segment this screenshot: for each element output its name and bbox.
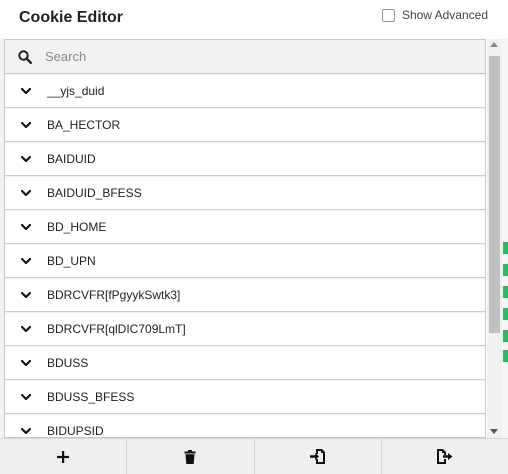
cookie-name: __yjs_duid (47, 84, 105, 98)
chevron-down-icon[interactable] (5, 155, 47, 163)
chevron-down-icon[interactable] (5, 359, 47, 367)
trash-icon (184, 449, 196, 464)
cookie-row[interactable]: BIDUPSID (5, 414, 485, 438)
show-advanced-label: Show Advanced (401, 8, 488, 22)
popup-title: Cookie Editor (19, 9, 124, 26)
chevron-down-icon[interactable] (5, 257, 47, 265)
search-bar (5, 40, 485, 74)
background-indicator (503, 286, 508, 298)
cookie-row[interactable]: BAIDUID_BFESS (5, 176, 485, 210)
cookie-row[interactable]: BDUSS (5, 346, 485, 380)
import-button[interactable] (255, 439, 382, 474)
cookie-name: BDUSS_BFESS (47, 390, 135, 404)
delete-all-button[interactable] (127, 439, 255, 474)
chevron-down-icon[interactable] (5, 223, 47, 231)
background-indicator (503, 330, 508, 342)
cookie-name: BDRCVFR[fPgyykSwtk3] (47, 288, 181, 302)
cookie-list-panel: __yjs_duid BA_HECTOR BAIDUID BAIDUID_BFESS B… (4, 39, 486, 438)
scrollbar-thumb[interactable] (489, 56, 500, 333)
cookie-row[interactable]: BD_UPN (5, 244, 485, 278)
cookie-name: BAIDUID_BFESS (47, 186, 142, 200)
chevron-down-icon[interactable] (5, 291, 47, 299)
cookie-name: BIDUPSID (47, 424, 104, 438)
show-advanced-checkbox[interactable] (381, 8, 395, 22)
chevron-down-icon[interactable] (5, 87, 47, 95)
cookie-name: BAIDUID (47, 152, 96, 166)
cookie-name: BDRCVFR[qlDIC709LmT] (47, 322, 186, 336)
search-icon (5, 49, 45, 64)
cookie-name: BDUSS (47, 356, 89, 370)
popup-header: Cookie Editor Show Advanced (0, 0, 508, 38)
show-advanced-toggle[interactable]: Show Advanced (381, 8, 488, 22)
export-button[interactable] (382, 439, 508, 474)
background-indicator (503, 264, 508, 276)
cookie-row[interactable]: BD_HOME (5, 210, 485, 244)
add-cookie-button[interactable] (0, 439, 128, 474)
cookie-row[interactable]: __yjs_duid (5, 74, 485, 108)
chevron-down-icon[interactable] (5, 325, 47, 333)
cookie-row[interactable]: BDRCVFR[fPgyykSwtk3] (5, 278, 485, 312)
background-indicator (503, 350, 508, 362)
cookie-row[interactable]: BAIDUID (5, 142, 485, 176)
background-indicator (503, 242, 508, 254)
chevron-down-icon[interactable] (5, 189, 47, 197)
cookie-name: BD_UPN (47, 254, 96, 268)
chevron-down-icon[interactable] (5, 427, 47, 435)
chevron-down-icon[interactable] (5, 393, 47, 401)
cookie-row[interactable]: BA_HECTOR (5, 108, 485, 142)
cookie-list: __yjs_duid BA_HECTOR BAIDUID BAIDUID_BFESS B… (5, 74, 485, 438)
bottom-toolbar (0, 438, 508, 474)
scroll-up-arrow-icon[interactable] (490, 42, 498, 47)
background-page-right (502, 36, 508, 438)
export-icon (436, 449, 453, 464)
background-indicator (503, 308, 508, 320)
cookie-list-scrollbar[interactable] (487, 39, 502, 438)
import-icon (309, 449, 325, 464)
chevron-down-icon[interactable] (5, 121, 47, 129)
scroll-down-arrow-icon[interactable] (490, 429, 498, 434)
cookie-row[interactable]: BDUSS_BFESS (5, 380, 485, 414)
cookie-name: BA_HECTOR (47, 118, 121, 132)
plus-icon (57, 450, 70, 463)
cookie-row[interactable]: BDRCVFR[qlDIC709LmT] (5, 312, 485, 346)
search-input[interactable] (45, 49, 465, 64)
cookie-name: BD_HOME (47, 220, 107, 234)
